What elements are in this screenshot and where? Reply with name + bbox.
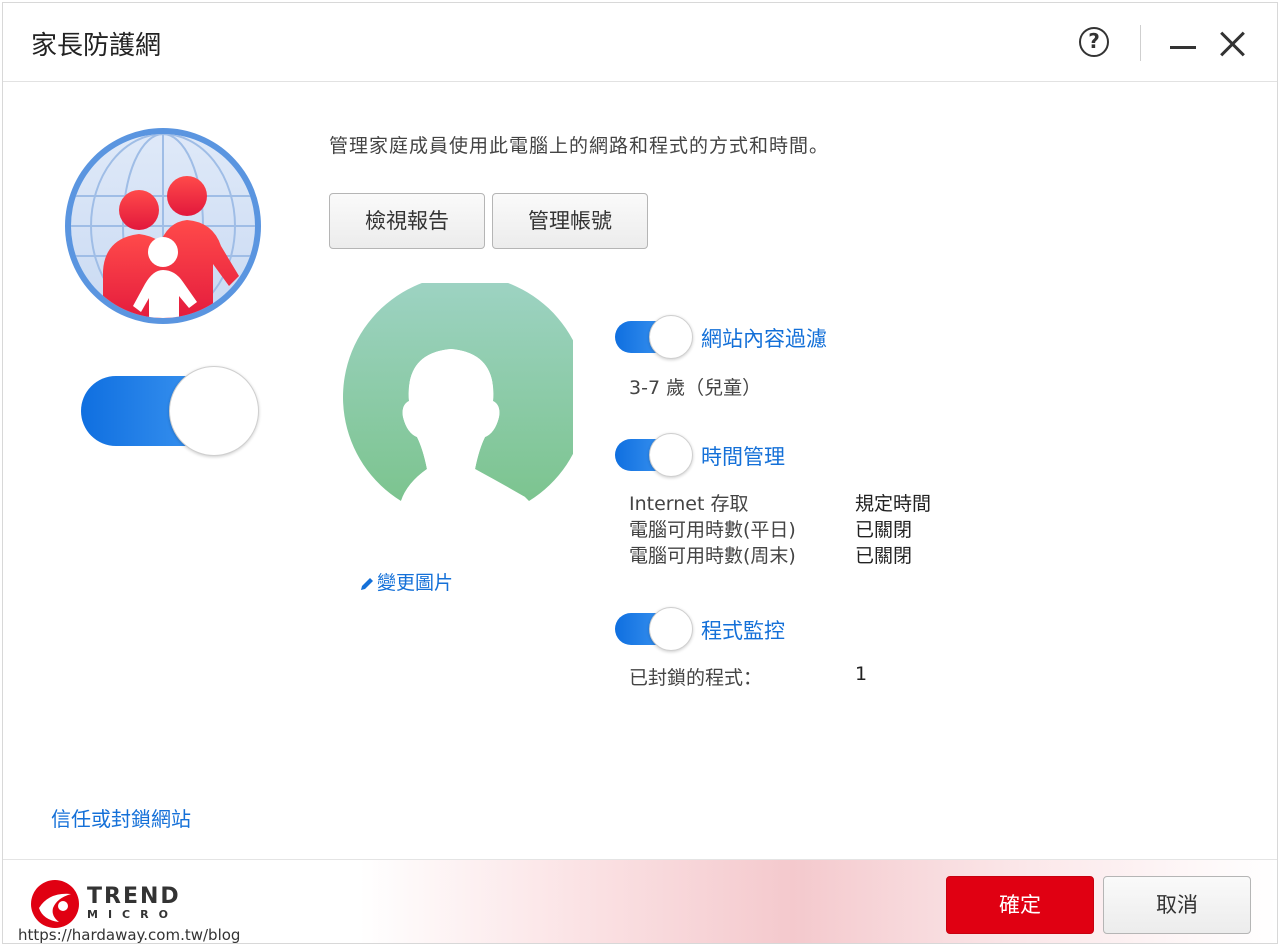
toggle-knob xyxy=(649,315,693,359)
blocked-programs-count: 1 xyxy=(855,663,868,685)
time-management-link[interactable]: 時間管理 xyxy=(701,441,785,471)
weekday-hours-value: 已關閉 xyxy=(855,519,913,541)
child-avatar-icon[interactable] xyxy=(329,283,573,505)
view-report-button[interactable]: 檢視報告 xyxy=(329,193,485,249)
pencil-icon xyxy=(361,577,373,590)
toggle-knob xyxy=(169,366,259,456)
time-management-toggle[interactable] xyxy=(615,433,693,477)
blocked-programs-label: 已封鎖的程式： xyxy=(629,667,763,689)
parental-controls-window: 家長防護網 ? 管理家庭成員使用此電腦上的網路和程式的方式和時間。 檢視報告 管… xyxy=(2,2,1278,944)
ok-button[interactable]: 確定 xyxy=(946,876,1094,934)
minimize-button[interactable] xyxy=(1168,29,1198,59)
change-picture-label: 變更圖片 xyxy=(377,572,454,594)
title-separator xyxy=(1140,25,1141,61)
program-control-link[interactable]: 程式監控 xyxy=(701,615,785,645)
internet-access-label: Internet 存取 xyxy=(629,493,749,515)
trust-block-sites-link[interactable]: 信任或封鎖網站 xyxy=(51,803,191,832)
manage-account-button[interactable]: 管理帳號 xyxy=(492,193,648,249)
trend-micro-wordmark: TREND MICRO xyxy=(87,884,181,922)
toggle-knob xyxy=(649,433,693,477)
trend-micro-logo-icon xyxy=(31,880,79,928)
weekend-hours-label: 電腦可用時數(周末) xyxy=(629,545,796,567)
change-picture-link[interactable]: 變更圖片 xyxy=(359,568,453,595)
toggle-knob xyxy=(649,607,693,651)
web-filter-age-group: 3-7 歲（兒童） xyxy=(629,377,762,399)
internet-access-value: 規定時間 xyxy=(855,493,932,515)
web-filter-link[interactable]: 網站內容過濾 xyxy=(701,323,827,353)
close-button[interactable] xyxy=(1215,27,1249,61)
web-filter-toggle[interactable] xyxy=(615,315,693,359)
window-title: 家長防護網 xyxy=(31,31,162,61)
weekday-hours-label: 電腦可用時數(平日) xyxy=(629,519,796,541)
parental-controls-toggle[interactable] xyxy=(81,366,259,456)
help-button[interactable]: ? xyxy=(1079,27,1109,57)
weekend-hours-value: 已關閉 xyxy=(855,545,913,567)
cancel-button[interactable]: 取消 xyxy=(1103,876,1251,934)
program-control-toggle[interactable] xyxy=(615,607,693,651)
title-bar: 家長防護網 ? xyxy=(3,3,1277,82)
description-text: 管理家庭成員使用此電腦上的網路和程式的方式和時間。 xyxy=(329,135,830,157)
watermark-text: https://hardaway.com.tw/blog xyxy=(18,926,241,944)
family-globe-icon xyxy=(65,128,261,324)
